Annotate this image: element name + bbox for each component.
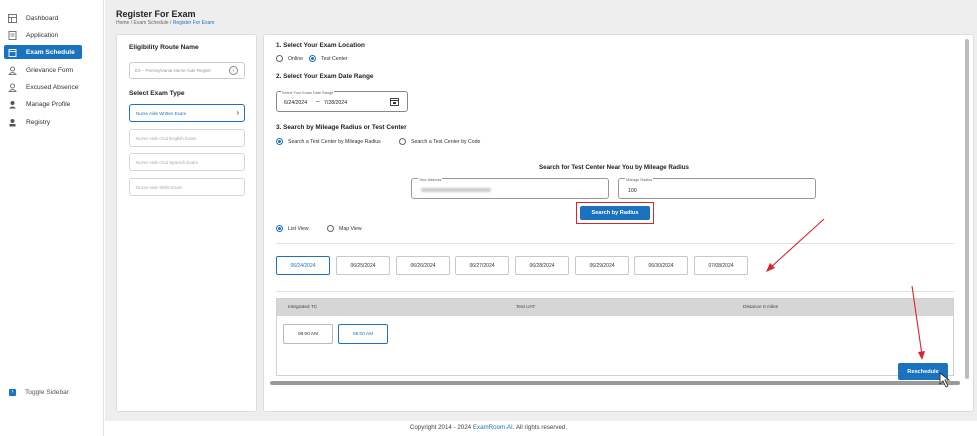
exam-type-oral-english[interactable]: Nurse Aide Oral English Exam (129, 129, 245, 147)
sidebar-item-label: Registry (26, 118, 51, 126)
page-title: Register For Exam (116, 9, 196, 19)
location-test-center-radio[interactable]: Test Center (309, 55, 348, 62)
search-by-code-radio[interactable]: Search a Test Center by Code (399, 138, 480, 145)
horizontal-scrollbar[interactable] (270, 381, 960, 385)
calendar-icon[interactable] (390, 97, 399, 106)
user-badge-icon (8, 118, 17, 127)
breadcrumb: Home / Exam Schedule / Register For Exam (116, 20, 215, 26)
search-by-radius-radio[interactable]: Search a Test Center by Mileage Radius (276, 138, 381, 145)
date-chip[interactable]: 06/25/2024 (336, 256, 390, 275)
date-chip[interactable]: 06/28/2024 (515, 256, 569, 275)
step2-title: 2. Select Your Exam Date Range (276, 73, 374, 80)
step3-title: 3. Search by Mileage Radius or Test Cent… (276, 124, 407, 131)
sidebar-item-label: Exam Schedule (26, 48, 75, 56)
breadcrumb-current: Register For Exam (172, 20, 215, 26)
test-center-header: Integrated TC Test UAT Distance 0 miles (277, 299, 953, 316)
calendar-icon (8, 48, 17, 57)
sidebar-toggle-icon: › (9, 389, 16, 396)
select-exam-type-title: Select Exam Type (129, 90, 185, 97)
location-online-radio[interactable]: Online (276, 55, 303, 62)
vertical-scrollbar[interactable] (965, 39, 969, 379)
divider (276, 291, 954, 292)
date-chip[interactable]: 07/08/2024 (694, 256, 748, 275)
footer-brand-link[interactable]: ExamRoom.AI (473, 424, 513, 431)
sidebar-item-grievance-form[interactable]: Grievance Form (4, 63, 82, 77)
date-chip[interactable]: 06/26/2024 (396, 256, 450, 275)
date-chip[interactable]: 06/30/2024 (634, 256, 688, 275)
address-value-redacted (421, 188, 491, 194)
search-heading: Search for Test Center Near You by Milea… (539, 164, 689, 171)
start-date: 6/24/2024 (284, 100, 308, 106)
sidebar-item-label: Manage Profile (26, 100, 71, 108)
sidebar-item-label: Application (26, 31, 59, 39)
footer: Copyright 2014 - 2024 ExamRoom.AI. All r… (409, 424, 568, 431)
date-chip[interactable]: 06/27/2024 (455, 256, 509, 275)
date-range-field[interactable]: Select Your Exam Date Range 6/24/2024 – … (276, 91, 408, 112)
map-view-radio[interactable]: Map View (327, 225, 362, 232)
reschedule-button[interactable]: Reschedule (898, 363, 948, 380)
time-slot[interactable]: 08:00 AM (283, 324, 333, 344)
sidebar: Dashboard Application Exam Schedule Grie… (0, 0, 104, 436)
document-icon (8, 30, 17, 40)
sidebar-item-registry[interactable]: Registry (4, 115, 82, 129)
exam-booking-panel: 1. Select Your Exam Location Online Test… (263, 34, 974, 412)
person-alert-icon (8, 66, 17, 75)
exam-type-oral-spanish[interactable]: Nurse Aide Oral Spanish Exam (129, 153, 245, 171)
user-icon (8, 100, 17, 109)
grid-icon (8, 13, 17, 23)
end-date: 7/28/2024 (324, 100, 348, 106)
sidebar-item-label: Excused Absence (26, 83, 79, 91)
address-field[interactable]: Your Address (411, 178, 609, 199)
sidebar-item-manage-profile[interactable]: Manage Profile (4, 97, 82, 111)
sidebar-item-excused-absence[interactable]: Excused Absence (4, 80, 82, 94)
step1-title: 1. Select Your Exam Location (276, 42, 365, 49)
sidebar-item-application[interactable]: Application (4, 28, 82, 42)
toggle-sidebar-label: Toggle Sidebar (25, 389, 69, 396)
person-alert-icon (8, 83, 17, 92)
divider (276, 243, 954, 244)
eligibility-panel: Eligibility Route Name E3 – Pennsylvania… (116, 34, 257, 412)
breadcrumb-home[interactable]: Home (116, 20, 129, 26)
list-view-radio[interactable]: List View (276, 225, 309, 232)
exam-type-skills[interactable]: Nurse Aide Skills Exam (129, 178, 245, 196)
mileage-radius-field[interactable]: Mileage Radius 100 (618, 178, 816, 199)
sidebar-item-dashboard[interactable]: Dashboard (4, 11, 82, 25)
date-chip[interactable]: 06/24/2024 (276, 256, 330, 275)
eligibility-route-title: Eligibility Route Name (129, 44, 199, 51)
info-icon[interactable]: i (229, 66, 238, 75)
sidebar-item-label: Grievance Form (26, 66, 74, 74)
eligibility-route-select[interactable]: E3 – Pennsylvania Nurse Aide Registr i (129, 62, 245, 79)
chevron-right-icon: › (236, 108, 239, 117)
test-center-name: Integrated TC (288, 305, 318, 310)
sidebar-item-label: Dashboard (26, 14, 59, 22)
sidebar-item-exam-schedule[interactable]: Exam Schedule (4, 45, 82, 59)
main-content: Register For Exam Home / Exam Schedule /… (105, 0, 977, 421)
breadcrumb-exam-schedule[interactable]: Exam Schedule (134, 20, 169, 26)
date-chip[interactable]: 06/29/2024 (575, 256, 629, 275)
test-center-address: Test UAT (516, 305, 536, 310)
toggle-sidebar-button[interactable]: › Toggle Sidebar (9, 389, 69, 396)
test-center-card: Integrated TC Test UAT Distance 0 miles … (276, 298, 954, 376)
search-by-radius-button[interactable]: Search by Radius (580, 206, 650, 220)
time-slot[interactable]: 08:00 AM (338, 324, 388, 344)
test-center-distance: Distance 0 miles (743, 305, 779, 310)
exam-type-written[interactable]: Nurse Aide Written Exam › (129, 104, 245, 122)
